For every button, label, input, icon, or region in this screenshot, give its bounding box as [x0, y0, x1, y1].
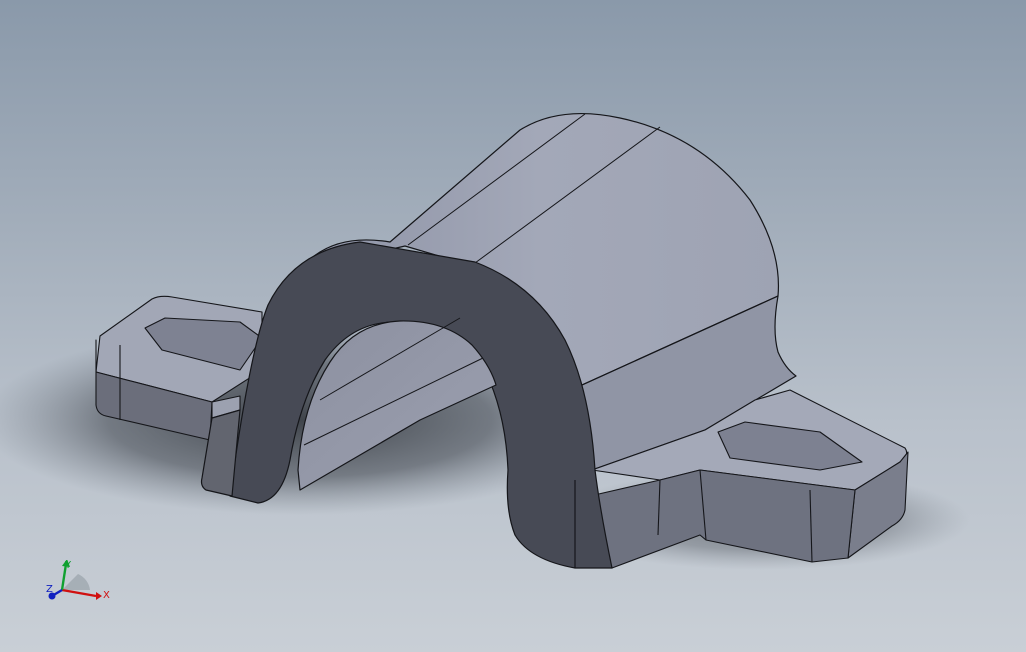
z-axis-label: Z: [46, 584, 53, 595]
x-axis-label: X: [103, 590, 110, 601]
x-axis-arrow: [61, 588, 97, 598]
3d-model-render[interactable]: [0, 0, 1026, 652]
y-axis-label: Y: [64, 560, 72, 571]
coordinate-triad: X Y Z: [46, 560, 110, 601]
graphics-viewport[interactable]: X Y Z: [0, 0, 1026, 652]
